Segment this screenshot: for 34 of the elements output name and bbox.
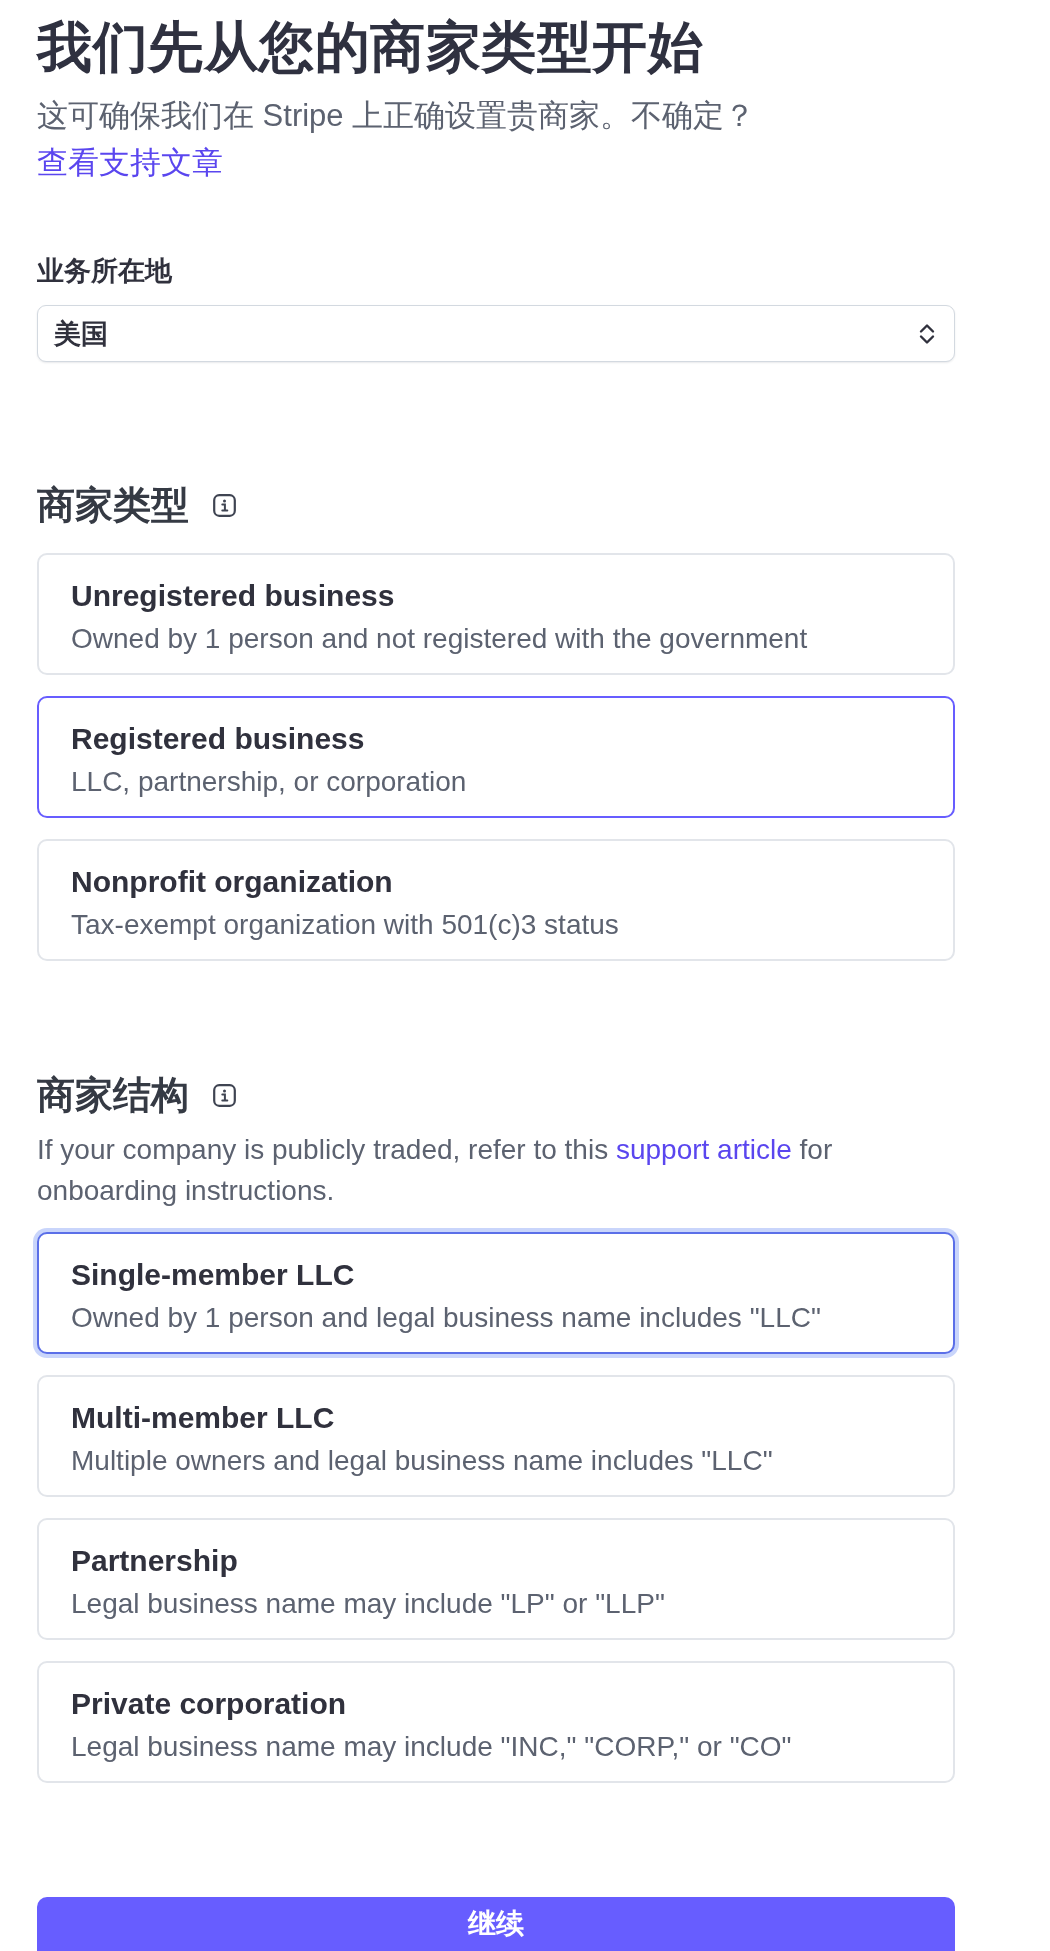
continue-button[interactable]: 继续	[37, 1897, 955, 1951]
support-link[interactable]: support article	[615, 1134, 792, 1165]
option-card[interactable]: Nonprofit organization Tax-exempt organization with 501(c)3 status	[37, 839, 955, 961]
page-title: 我们先从您的商家类型开始	[37, 15, 704, 79]
option-card[interactable]: Registered business LLC, partnership, or corporation	[37, 696, 955, 818]
support-link[interactable]: 查看支持文章	[37, 145, 223, 180]
option-card[interactable]: Unregistered business Owned by 1 person and not registered with the government	[37, 553, 955, 675]
country-select[interactable]: 美国	[37, 305, 955, 362]
option-description: LLC, partnership, or corporation	[71, 765, 468, 799]
section-note: If your company is publicly traded, refer to this support article for onboarding instructions.	[37, 1133, 834, 1208]
option-card[interactable]: Multi-member LLC Multiple owners and legal business name includes "LLC"	[37, 1375, 955, 1497]
option-description: Legal business name may include "INC," "CORP," or "CO"	[71, 1730, 793, 1764]
chevron-up-down-icon	[918, 321, 936, 346]
info-icon[interactable]	[213, 1083, 236, 1107]
option-card[interactable]: Private corporation Legal business name may include "INC," "CORP," or "CO"	[37, 1661, 955, 1783]
option-title: Private corporation	[71, 1686, 348, 1722]
option-title: Registered business	[71, 721, 366, 757]
section-heading: 商家类型	[37, 483, 189, 528]
page-subtitle: 这可确保我们在 Stripe 上正确设置贵商家。不确定？ 查看支持文章	[37, 97, 757, 182]
option-title: Single-member LLC	[71, 1257, 356, 1293]
info-icon[interactable]	[213, 493, 236, 517]
option-description: Owned by 1 person and not registered with the government	[71, 622, 809, 656]
option-description: Tax-exempt organization with 501(c)3 status	[71, 908, 620, 942]
option-title: Unregistered business	[71, 578, 396, 614]
option-description: Multiple owners and legal business name includes "LLC"	[71, 1444, 774, 1478]
option-description: Legal business name may include "LP" or "LLP"	[71, 1587, 666, 1621]
option-title: Nonprofit organization	[71, 864, 394, 900]
option-description: Owned by 1 person and legal business name includes "LLC"	[71, 1301, 822, 1335]
field-label: 业务所在地	[37, 255, 173, 288]
section-heading: 商家结构	[37, 1073, 189, 1118]
option-card[interactable]: Partnership Legal business name may include "LP" or "LLP"	[37, 1518, 955, 1640]
option-title: Partnership	[71, 1543, 239, 1579]
option-card[interactable]: Single-member LLC Owned by 1 person and legal business name includes "LLC"	[37, 1232, 955, 1354]
option-title: Multi-member LLC	[71, 1400, 336, 1436]
